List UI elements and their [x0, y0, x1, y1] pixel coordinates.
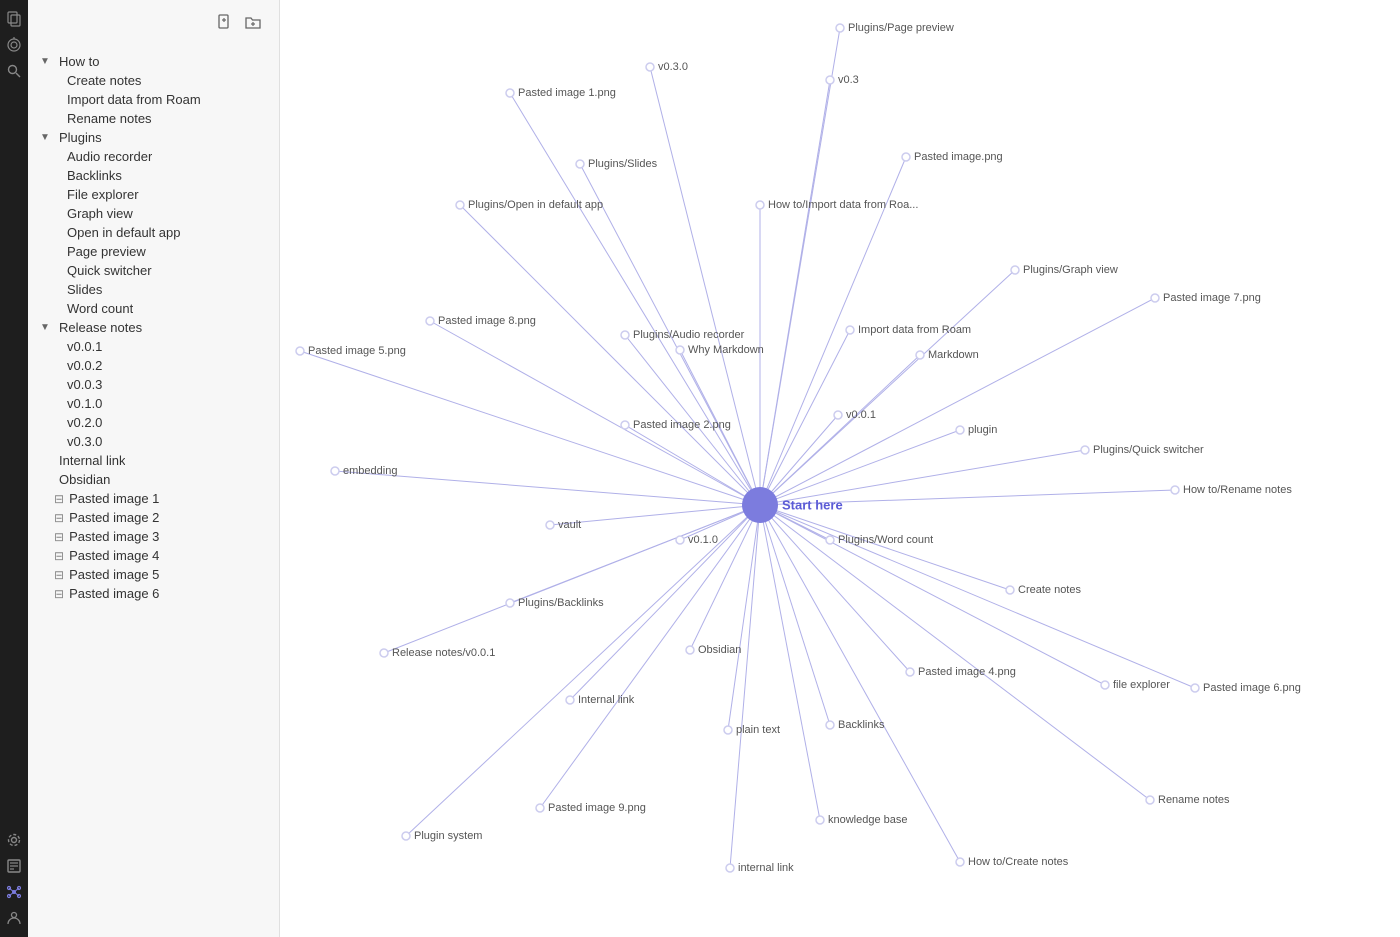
tree-item-quick-switcher[interactable]: Quick switcher	[32, 261, 275, 280]
tree-item-pasted-image-4[interactable]: ⊟Pasted image 4	[32, 546, 275, 565]
tree-item-pasted-image-5[interactable]: ⊟Pasted image 5	[32, 565, 275, 584]
tree-item-page-preview[interactable]: Page preview	[32, 242, 275, 261]
tree-item-import-data[interactable]: Import data from Roam	[32, 90, 275, 109]
person-icon[interactable]	[3, 907, 25, 929]
new-folder-button[interactable]	[243, 12, 263, 32]
graph-svg	[280, 0, 1400, 937]
tree-item-v003[interactable]: v0.0.3	[32, 375, 275, 394]
image-icon: ⊟	[54, 530, 64, 544]
graph-view[interactable]: Import data from RoamMarkdownpluginCreat…	[280, 0, 1400, 937]
tree-item-open-default-app[interactable]: Open in default app	[32, 223, 275, 242]
tree-item-audio-recorder[interactable]: Audio recorder	[32, 147, 275, 166]
graph-icon[interactable]	[3, 34, 25, 56]
tree-toggle: ▼	[40, 56, 50, 67]
tree-item-release-notes[interactable]: ▼Release notes	[32, 318, 275, 337]
tree-item-graph-view[interactable]: Graph view	[32, 204, 275, 223]
tree-item-word-count[interactable]: Word count	[32, 299, 275, 318]
tree-item-backlinks[interactable]: Backlinks	[32, 166, 275, 185]
sidebar-actions	[215, 12, 263, 32]
sidebar: ▼How toCreate notesImport data from Roam…	[28, 0, 280, 937]
tree-item-slides[interactable]: Slides	[32, 280, 275, 299]
tree-item-pasted-image-3[interactable]: ⊟Pasted image 3	[32, 527, 275, 546]
tree-item-v030[interactable]: v0.3.0	[32, 432, 275, 451]
search-icon[interactable]	[3, 60, 25, 82]
tree-item-v001[interactable]: v0.0.1	[32, 337, 275, 356]
icon-bar	[0, 0, 28, 937]
tree-toggle: ▼	[40, 322, 50, 333]
image-icon: ⊟	[54, 549, 64, 563]
network-icon[interactable]	[3, 881, 25, 903]
image-icon: ⊟	[54, 568, 64, 582]
tree-item-pasted-image-6[interactable]: ⊟Pasted image 6	[32, 584, 275, 603]
tree-item-plugins[interactable]: ▼Plugins	[32, 128, 275, 147]
vault-name	[28, 40, 279, 52]
image-icon: ⊟	[54, 587, 64, 601]
tree-item-pasted-image-1[interactable]: ⊟Pasted image 1	[32, 489, 275, 508]
tree-item-file-explorer[interactable]: File explorer	[32, 185, 275, 204]
image-icon: ⊟	[54, 492, 64, 506]
files-icon[interactable]	[3, 8, 25, 30]
tree-item-obsidian[interactable]: Obsidian	[32, 470, 275, 489]
tree-item-v002[interactable]: v0.0.2	[32, 356, 275, 375]
new-file-button[interactable]	[215, 12, 235, 32]
sidebar-header	[28, 0, 279, 40]
tree-item-internal-link[interactable]: Internal link	[32, 451, 275, 470]
tree-toggle: ▼	[40, 132, 50, 143]
tree-item-how-to[interactable]: ▼How to	[32, 52, 275, 71]
tree-item-v010[interactable]: v0.1.0	[32, 394, 275, 413]
file-tree: ▼How toCreate notesImport data from Roam…	[28, 52, 279, 937]
notes-icon[interactable]	[3, 855, 25, 877]
tree-item-pasted-image-2[interactable]: ⊟Pasted image 2	[32, 508, 275, 527]
tree-item-rename-notes[interactable]: Rename notes	[32, 109, 275, 128]
tree-item-v020[interactable]: v0.2.0	[32, 413, 275, 432]
image-icon: ⊟	[54, 511, 64, 525]
tree-item-create-notes[interactable]: Create notes	[32, 71, 275, 90]
settings-icon[interactable]	[3, 829, 25, 851]
